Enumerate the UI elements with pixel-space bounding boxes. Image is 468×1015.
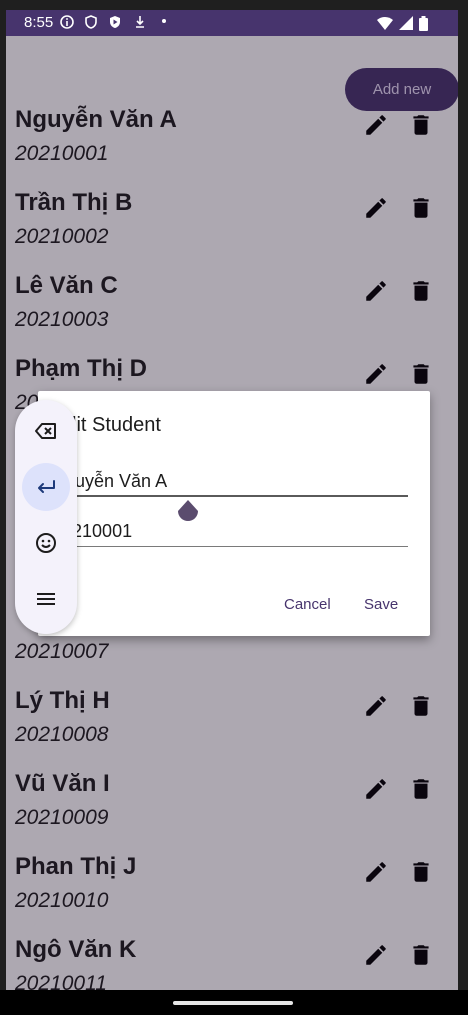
battery-icon [419,15,428,31]
system-indicators [377,15,428,31]
edit-student-dialog: Edit Student Nguyễn Văn A 20210001 Cance… [38,391,430,636]
info-icon [60,15,74,29]
signal-icon [399,16,413,30]
download-icon [133,15,147,29]
backspace-icon [35,423,56,439]
input-underline [52,495,408,497]
menu-button[interactable] [22,575,70,623]
emoji-icon [36,533,56,553]
status-time: 8:55 [24,14,54,31]
enter-icon [38,480,55,493]
app-screen: 8:55 Add new Nguyễn Văn A 20210001 Trần … [6,10,458,990]
enter-button[interactable] [22,463,70,511]
status-bar: 8:55 [6,10,458,36]
navigation-bar [0,990,468,1015]
emoji-button[interactable] [22,519,70,567]
keyboard-floating-toolbar [15,400,77,634]
save-button[interactable]: Save [364,596,398,613]
backspace-button[interactable] [22,407,70,455]
student-code-field[interactable]: 20210001 [52,521,408,561]
cancel-button[interactable]: Cancel [284,596,331,613]
input-underline [52,546,408,547]
menu-icon [37,593,55,605]
shield-icon [84,15,98,29]
wifi-icon [377,16,393,30]
play-protect-icon [108,15,122,29]
student-name-field[interactable]: Nguyễn Văn A [52,471,408,511]
notification-dot-icon [162,19,166,23]
home-gesture-handle[interactable] [173,1001,293,1005]
